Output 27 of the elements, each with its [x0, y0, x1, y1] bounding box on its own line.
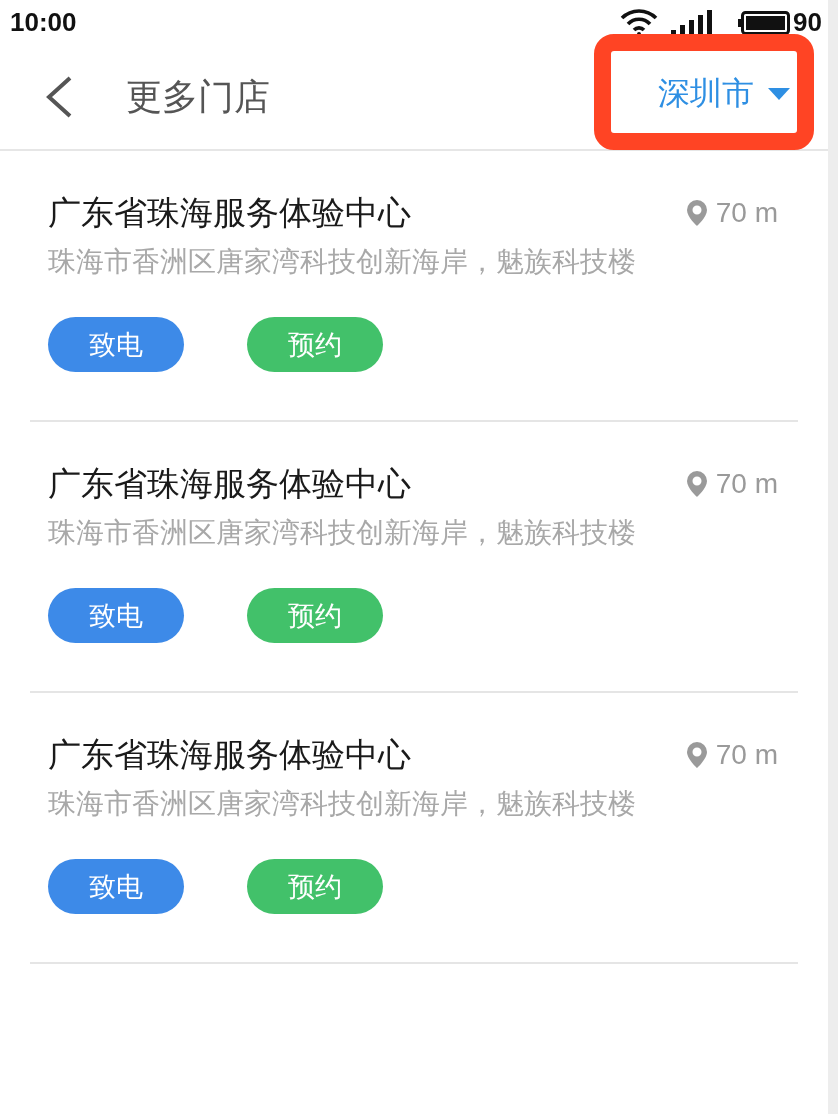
back-button[interactable]: [45, 76, 73, 118]
call-button[interactable]: 致电: [48, 588, 184, 643]
dropdown-triangle-icon: [768, 88, 790, 100]
booking-button[interactable]: 预约: [247, 859, 383, 914]
distance-text: 70 m: [715, 197, 778, 229]
booking-button[interactable]: 预约: [247, 317, 383, 372]
call-button[interactable]: 致电: [48, 317, 184, 372]
distance-text: 70 m: [715, 739, 778, 771]
store-address: 珠海市香洲区唐家湾科技创新海岸，魅族科技楼: [48, 246, 637, 278]
back-chevron-icon: [45, 76, 73, 118]
distance-text: 70 m: [715, 468, 778, 500]
battery-percent: 90: [793, 7, 822, 38]
store-name: 广东省珠海服务体验中心: [48, 194, 411, 232]
location-pin-icon: [686, 471, 707, 497]
location-pin-icon: [686, 200, 707, 226]
city-selector[interactable]: 深圳市: [658, 72, 790, 116]
store-address: 珠海市香洲区唐家湾科技创新海岸，魅族科技楼: [48, 788, 637, 820]
status-time: 10:00: [10, 7, 77, 38]
store-name: 广东省珠海服务体验中心: [48, 465, 411, 503]
wifi-icon: [620, 9, 659, 36]
location-pin-icon: [686, 742, 707, 768]
battery-icon: [738, 10, 791, 35]
booking-button[interactable]: 预约: [247, 588, 383, 643]
page-title: 更多门店: [126, 74, 270, 119]
store-name: 广东省珠海服务体验中心: [48, 736, 411, 774]
call-button[interactable]: 致电: [48, 859, 184, 914]
store-address: 珠海市香洲区唐家湾科技创新海岸，魅族科技楼: [48, 517, 637, 549]
